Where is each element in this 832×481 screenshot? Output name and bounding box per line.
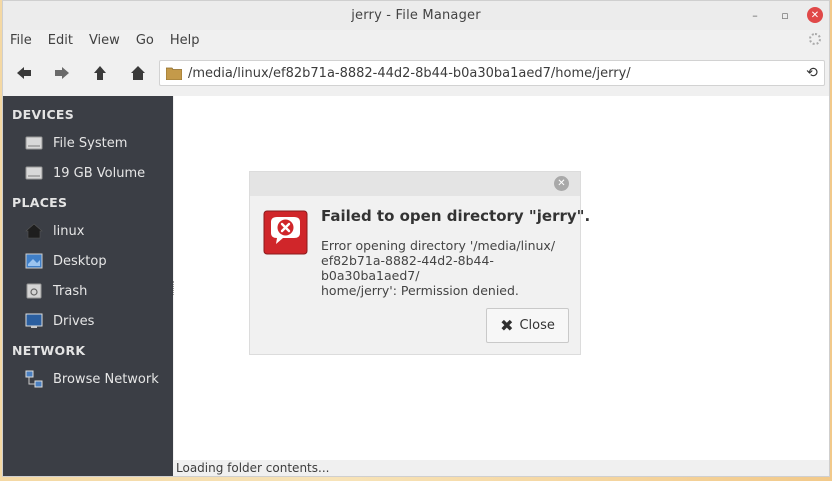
- sidebar-heading-places: PLACES: [12, 195, 68, 210]
- sidebar-heading-devices: DEVICES: [12, 107, 75, 122]
- sidebar-item-label: 19 GB Volume: [53, 165, 146, 181]
- close-window-button[interactable]: ✕: [807, 7, 823, 23]
- title-bar[interactable]: jerry - File Manager – ▫ ✕: [3, 1, 829, 30]
- dialog-close-icon[interactable]: ✕: [554, 176, 569, 191]
- up-icon: [94, 66, 106, 80]
- forward-icon: [55, 67, 69, 79]
- drive-icon: [24, 133, 44, 153]
- error-dialog: ✕ Failed to open directory "jerry". Erro…: [249, 171, 590, 355]
- back-icon: [17, 67, 31, 79]
- up-button[interactable]: [81, 58, 119, 88]
- sidebar-item-label: Drives: [53, 313, 95, 329]
- network-icon: [24, 369, 44, 389]
- menu-edit[interactable]: Edit: [40, 33, 81, 48]
- window-title: jerry - File Manager: [351, 8, 481, 23]
- sidebar-item-19gb-volume[interactable]: 19 GB Volume: [3, 158, 173, 188]
- sidebar-item-linux[interactable]: linux: [3, 216, 173, 246]
- sidebar-heading-network: NETWORK: [12, 343, 86, 358]
- menu-file[interactable]: File: [10, 33, 40, 48]
- sidebar-item-label: Browse Network: [53, 371, 159, 387]
- dialog-heading: Failed to open directory "jerry".: [321, 207, 591, 225]
- forward-button[interactable]: [43, 58, 81, 88]
- dialog-message: Error opening directory '/media/linux/ e…: [321, 238, 573, 298]
- sidebar-item-trash[interactable]: Trash: [3, 276, 173, 306]
- home-icon: [24, 221, 44, 241]
- error-icon: [263, 210, 308, 255]
- sidebar-item-file-system[interactable]: File System: [3, 128, 173, 158]
- menu-view[interactable]: View: [81, 33, 128, 48]
- dialog-message-line: home/jerry': Permission denied.: [321, 283, 519, 298]
- computer-icon: [24, 311, 44, 331]
- loading-spinner-icon: [809, 33, 821, 45]
- trash-icon: [24, 281, 44, 301]
- location-path[interactable]: /media/linux/ef82b71a-8882-44d2-8b44-b0a…: [188, 66, 800, 81]
- dialog-title-bar[interactable]: ✕: [250, 172, 580, 196]
- home-icon: [131, 66, 145, 80]
- menu-bar: File Edit View Go Help: [3, 30, 829, 50]
- sidebar-item-label: linux: [53, 223, 85, 239]
- close-icon: ✖: [500, 316, 514, 335]
- sidebar-item-label: File System: [53, 135, 128, 151]
- minimize-button[interactable]: –: [747, 7, 763, 23]
- reload-icon[interactable]: ⟲: [800, 61, 824, 85]
- close-button[interactable]: ✖ Close: [486, 308, 569, 343]
- sidebar-item-desktop[interactable]: Desktop: [3, 246, 173, 276]
- window-controls: – ▫ ✕: [747, 7, 823, 23]
- back-button[interactable]: [5, 58, 43, 88]
- restore-button[interactable]: ▫: [777, 7, 793, 23]
- drive-icon: [24, 163, 44, 183]
- location-bar[interactable]: /media/linux/ef82b71a-8882-44d2-8b44-b0a…: [159, 60, 825, 86]
- folder-icon: [166, 67, 182, 80]
- menu-go[interactable]: Go: [128, 33, 162, 48]
- dialog-message-line: ef82b71a-8882-44d2-8b44-b0a30ba1aed7/: [321, 253, 494, 283]
- sidebar-item-drives[interactable]: Drives: [3, 306, 173, 336]
- home-button[interactable]: [119, 58, 157, 88]
- sidebar-item-browse-network[interactable]: Browse Network: [3, 364, 173, 394]
- sidebar-item-label: Desktop: [53, 253, 107, 269]
- dialog-message-line: Error opening directory '/media/linux/: [321, 238, 556, 253]
- menu-help[interactable]: Help: [162, 33, 208, 48]
- sidebar: DEVICES File System 19 GB Volume PLACES …: [3, 96, 173, 476]
- sidebar-item-label: Trash: [53, 283, 88, 299]
- status-bar: Loading folder contents...: [174, 460, 829, 476]
- close-button-label: Close: [519, 318, 555, 333]
- desktop-icon: [24, 251, 44, 271]
